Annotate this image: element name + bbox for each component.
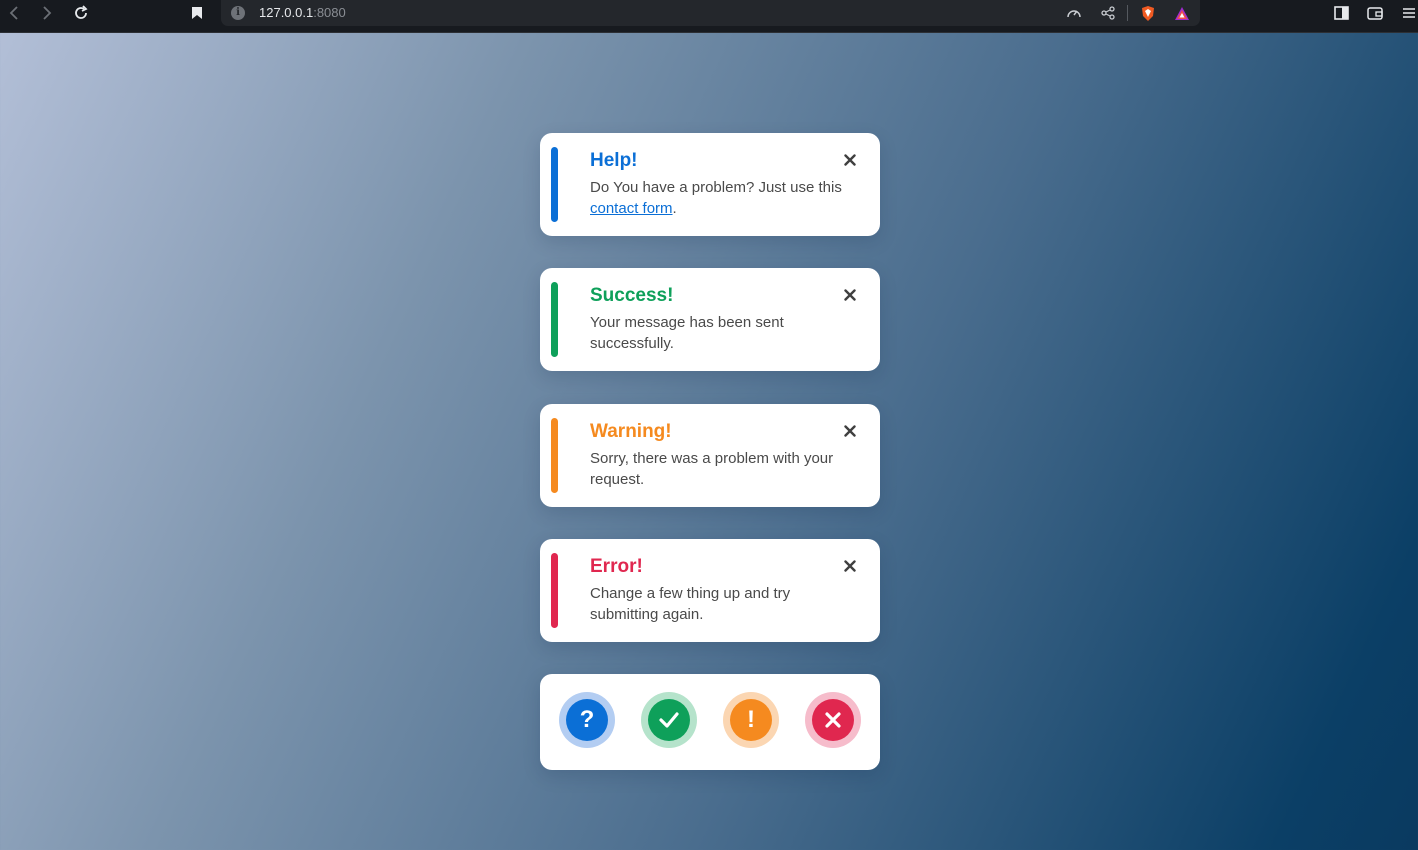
alert-title: Warning! [590,421,672,442]
bookmark-icon[interactable] [184,0,210,26]
forward-icon[interactable] [34,0,60,26]
alert-trigger-panel: ? ! [540,674,880,770]
rewards-icon[interactable] [1173,4,1191,22]
sidebar-icon[interactable] [1328,0,1354,26]
alert-accent-bar [551,553,558,628]
wallet-icon[interactable] [1362,0,1388,26]
alert-error: Error! Change a few thing up and try sub… [540,539,880,642]
close-icon[interactable] [842,152,858,168]
x-icon [812,699,854,741]
success-button[interactable] [641,692,697,748]
site-info-icon[interactable]: i [231,6,245,20]
alert-accent-bar [551,282,558,357]
address-bar[interactable]: i 127.0.0.1:8080 [221,0,1200,26]
alert-message: Sorry, there was a problem with your req… [590,450,834,488]
toolbar-separator [1127,5,1128,21]
warning-button[interactable]: ! [723,692,779,748]
alert-title: Success! [590,285,674,306]
question-icon: ? [566,699,608,741]
alert-accent-bar [551,147,558,222]
close-icon[interactable] [842,423,858,439]
check-icon [648,699,690,741]
alert-help: Help! Do You have a problem? Just use th… [540,133,880,236]
alert-title: Error! [590,556,643,577]
alert-success: Success! Your message has been sent succ… [540,268,880,371]
exclamation-icon: ! [730,699,772,741]
alert-warning: Warning! Sorry, there was a problem with… [540,404,880,507]
alert-message: Change a few thing up and try submitting… [590,585,791,623]
error-button[interactable] [805,692,861,748]
alert-message: Do You have a problem? Just use this con… [590,179,842,217]
alert-accent-bar [551,418,558,493]
close-icon[interactable] [842,287,858,303]
brave-shield-icon[interactable] [1139,4,1157,22]
alert-message: Your message has been sent successfully. [590,314,784,352]
menu-icon[interactable] [1396,0,1418,26]
browser-toolbar: i 127.0.0.1:8080 [0,0,1418,33]
reload-icon[interactable] [68,0,94,26]
help-button[interactable]: ? [559,692,615,748]
url-text: 127.0.0.1:8080 [259,5,346,20]
share-icon[interactable] [1099,4,1117,22]
alert-title: Help! [590,150,638,171]
back-icon[interactable] [1,0,27,26]
contact-form-link[interactable]: contact form [590,200,673,217]
speedometer-icon[interactable] [1065,4,1083,22]
close-icon[interactable] [842,558,858,574]
